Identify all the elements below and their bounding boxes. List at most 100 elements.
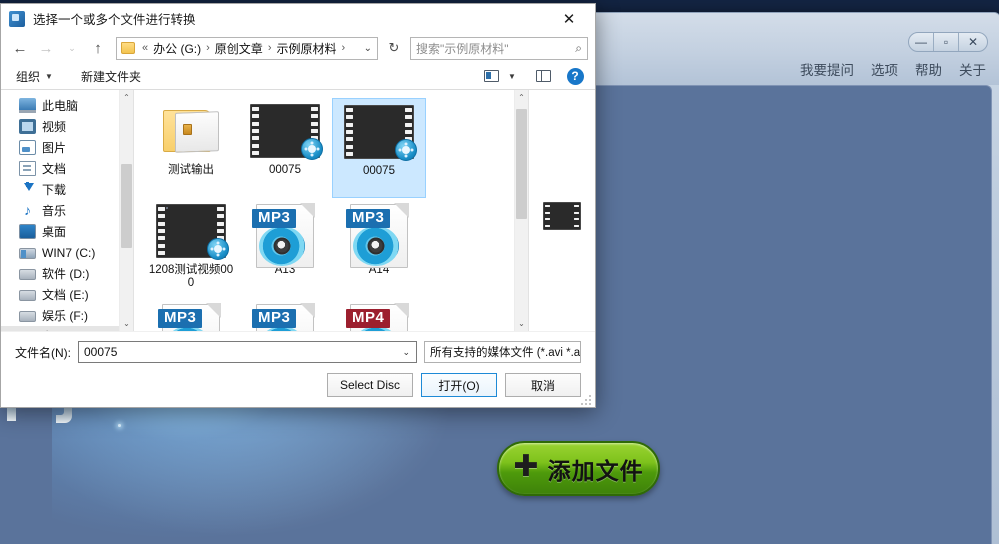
file-item[interactable]: MP3A15 xyxy=(144,298,238,331)
filename-row: 文件名(N): 00075 ⌄ 所有支持的媒体文件 (*.avi *.as ⌄ xyxy=(15,341,581,363)
chevron-down-icon[interactable]: ⌄ xyxy=(361,43,375,54)
breadcrumb-item-folder1[interactable]: 原创文章 xyxy=(212,39,266,58)
search-icon: ⌕ xyxy=(575,40,582,55)
up-button[interactable]: ↑ xyxy=(86,36,110,60)
view-options-icon[interactable] xyxy=(479,66,503,87)
drive-icon xyxy=(19,269,36,280)
dialog-titlebar: 选择一个或多个文件进行转换 ✕ xyxy=(1,4,595,33)
select-disc-button[interactable]: Select Disc xyxy=(326,373,413,397)
tree-item-label: 软件 (D:) xyxy=(42,267,90,281)
menu-item-help[interactable]: 帮助 xyxy=(915,59,942,79)
dialog-title: 选择一个或多个文件进行转换 xyxy=(33,13,196,27)
close-button[interactable]: ✕ xyxy=(959,33,987,51)
minimize-button[interactable]: — xyxy=(909,33,934,51)
media-badge-icon xyxy=(395,139,417,161)
file-item[interactable]: 00075 xyxy=(332,98,426,198)
tree-item-3[interactable]: 文档 xyxy=(1,158,119,179)
tree-item-label: WIN7 (C:) xyxy=(42,245,96,260)
open-button[interactable]: 打开(O) xyxy=(421,373,497,397)
tree-item-7[interactable]: WIN7 (C:) xyxy=(1,242,119,263)
tree-item-0[interactable]: 此电脑 xyxy=(1,95,119,116)
media-badge-icon xyxy=(207,238,229,260)
file-list-pane: 测试输出 00075 00075 1208测试视频000 MP3 A13 MP3 A14 MP3… xyxy=(134,90,528,331)
tree-item-label: 下载 xyxy=(42,183,67,197)
documents-icon xyxy=(19,161,36,176)
preview-pane-icon[interactable] xyxy=(531,66,555,87)
forward-button[interactable]: → xyxy=(34,36,58,60)
tree-item-9[interactable]: 文档 (E:) xyxy=(1,284,119,305)
address-bar[interactable]: « 办公 (G:) › 原创文章 › 示例原材料 › ⌄ xyxy=(116,36,378,60)
file-item[interactable]: 测试输出 xyxy=(144,98,238,198)
folder-icon xyxy=(156,104,226,160)
tree-item-10[interactable]: 娱乐 (F:) xyxy=(1,305,119,326)
file-name: 1208测试视频000 xyxy=(148,264,234,289)
menu-item-options[interactable]: 选项 xyxy=(871,59,898,79)
search-input[interactable]: 搜索"示例原材料" ⌕ xyxy=(410,36,588,60)
app-icon xyxy=(9,10,25,27)
format-tag: MP4 xyxy=(346,309,391,328)
new-folder-button[interactable]: 新建文件夹 xyxy=(74,65,148,88)
tree-item-8[interactable]: 软件 (D:) xyxy=(1,263,119,284)
close-icon[interactable]: ✕ xyxy=(547,5,591,33)
scroll-down-icon[interactable]: ⌄ xyxy=(515,316,528,331)
media-badge-icon xyxy=(301,138,323,160)
downloads-icon xyxy=(19,182,36,197)
menu-item-about[interactable]: 关于 xyxy=(959,59,986,79)
chevron-down-icon[interactable]: ⌄ xyxy=(398,347,414,358)
tree-item-label: 文档 (E:) xyxy=(42,288,89,302)
tree-scrollbar[interactable]: ⌃ ⌄ xyxy=(119,90,133,331)
file-item[interactable]: MP4 xyxy=(332,298,426,331)
pictures-icon xyxy=(19,140,36,155)
organize-button[interactable]: 组织 ▼ xyxy=(9,65,60,88)
recent-locations-button[interactable]: ⌄ xyxy=(60,36,84,60)
dialog-toolbar: 组织 ▼ 新建文件夹 ▼ ? xyxy=(1,63,595,90)
tree-item-1[interactable]: 视频 xyxy=(1,116,119,137)
file-grid[interactable]: 测试输出 00075 00075 1208测试视频000 MP3 A13 MP3 A14 MP3… xyxy=(134,90,514,331)
breadcrumb-item-folder2[interactable]: 示例原材料 xyxy=(273,39,339,58)
video-thumbnail xyxy=(250,104,323,160)
toolbar-right-group: ▼ ? xyxy=(479,66,587,87)
scroll-down-icon[interactable]: ⌄ xyxy=(120,316,133,331)
tree-item-4[interactable]: 下载 xyxy=(1,179,119,200)
tree-item-5[interactable]: ♪ 音乐 xyxy=(1,200,119,221)
dialog-main: 此电脑视频图片 文档下载 ♪ 音乐 桌面 WIN7 (C:) 软件 (D:) 文档 (E:) 娱… xyxy=(1,90,595,331)
file-item[interactable]: MP3 A13 xyxy=(238,198,332,298)
mp3-file-icon: MP3 xyxy=(250,203,320,268)
menu-item-ask[interactable]: 我要提问 xyxy=(800,59,854,79)
file-item[interactable]: 1208测试视频000 xyxy=(144,198,238,298)
tree-item-label: 办公 (G:) xyxy=(42,328,90,331)
filename-input[interactable]: 00075 ⌄ xyxy=(78,341,417,363)
add-file-label: 添加文件 xyxy=(547,457,644,484)
breadcrumb-separator: › xyxy=(341,42,346,54)
help-icon[interactable]: ? xyxy=(563,66,587,87)
cancel-button[interactable]: 取消 xyxy=(505,373,581,397)
mp3-file-icon: MP3 xyxy=(344,203,414,268)
app-menu: 我要提问 选项 帮助 关于 xyxy=(800,59,986,79)
tree-scroll-track[interactable] xyxy=(120,105,133,316)
videos-icon xyxy=(19,119,36,134)
file-item[interactable]: MP3 A14 xyxy=(332,198,426,298)
system-drive-icon xyxy=(19,248,36,259)
breadcrumb-item-drive[interactable]: 办公 (G:) xyxy=(150,39,204,58)
files-scrollbar[interactable]: ⌃ ⌄ xyxy=(514,90,528,331)
file-item[interactable]: 00075 xyxy=(238,98,332,198)
file-item[interactable]: MP3A16 xyxy=(238,298,332,331)
scroll-up-icon[interactable]: ⌃ xyxy=(120,90,133,105)
files-scroll-thumb[interactable] xyxy=(516,109,527,219)
maximize-button[interactable]: ▫ xyxy=(934,33,959,51)
scroll-up-icon[interactable]: ⌃ xyxy=(515,90,528,105)
search-placeholder: 搜索"示例原材料" xyxy=(416,41,509,56)
view-options-caret-icon[interactable]: ▼ xyxy=(505,66,519,87)
refresh-icon[interactable]: ↻ xyxy=(382,36,406,60)
tree-item-label: 视频 xyxy=(42,120,67,134)
add-file-button[interactable]: ✚ 添加文件 xyxy=(497,441,660,496)
back-button[interactable]: ← xyxy=(8,36,32,60)
tree-scroll-thumb[interactable] xyxy=(121,164,132,249)
drive-icon xyxy=(19,311,36,322)
files-scroll-track[interactable] xyxy=(515,105,528,316)
tree-item-6[interactable]: 桌面 xyxy=(1,221,119,242)
filetype-select[interactable]: 所有支持的媒体文件 (*.avi *.as ⌄ xyxy=(424,341,581,363)
resize-grip[interactable] xyxy=(581,393,593,405)
tree-item-2[interactable]: 图片 xyxy=(1,137,119,158)
tree-item-11[interactable]: 办公 (G:) xyxy=(1,326,119,331)
